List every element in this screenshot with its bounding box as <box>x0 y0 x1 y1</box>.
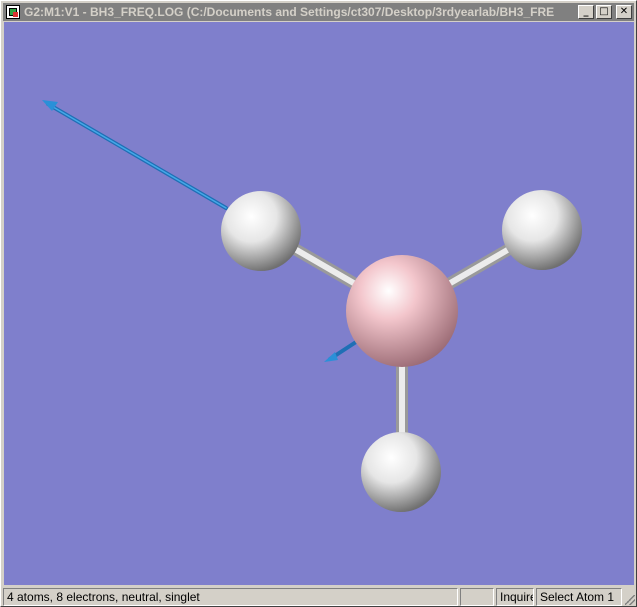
window-title: G2:M1:V1 - BH3_FREQ.LOG (C:/Documents an… <box>24 5 555 19</box>
close-button[interactable]: ✕ <box>616 5 632 19</box>
displacement-arrow-h1 <box>42 100 228 210</box>
molecule-viewport[interactable] <box>4 22 634 585</box>
resize-grip[interactable] <box>624 588 636 606</box>
status-molecule-info: 4 atoms, 8 electrons, neutral, singlet <box>3 588 458 606</box>
minimize-button[interactable]: _ <box>578 5 594 19</box>
status-mode: Inquire <box>496 588 534 606</box>
status-empty-pane <box>460 588 494 606</box>
hydrogen-atom-1[interactable] <box>221 191 301 271</box>
boron-atom[interactable] <box>346 255 458 367</box>
hydrogen-atom-3[interactable] <box>361 432 441 512</box>
window-controls: _ □ ✕ <box>578 5 632 19</box>
displacement-arrow-b <box>324 340 358 362</box>
hydrogen-atom-2[interactable] <box>502 190 582 270</box>
status-selection: Select Atom 1 <box>536 588 622 606</box>
status-bar: 4 atoms, 8 electrons, neutral, singlet I… <box>3 588 636 606</box>
title-bar[interactable]: G2:M1:V1 - BH3_FREQ.LOG (C:/Documents an… <box>3 3 634 21</box>
app-icon[interactable] <box>6 5 20 19</box>
application-window: G2:M1:V1 - BH3_FREQ.LOG (C:/Documents an… <box>0 0 637 607</box>
molecule-canvas[interactable] <box>4 22 634 585</box>
maximize-button[interactable]: □ <box>596 5 612 19</box>
